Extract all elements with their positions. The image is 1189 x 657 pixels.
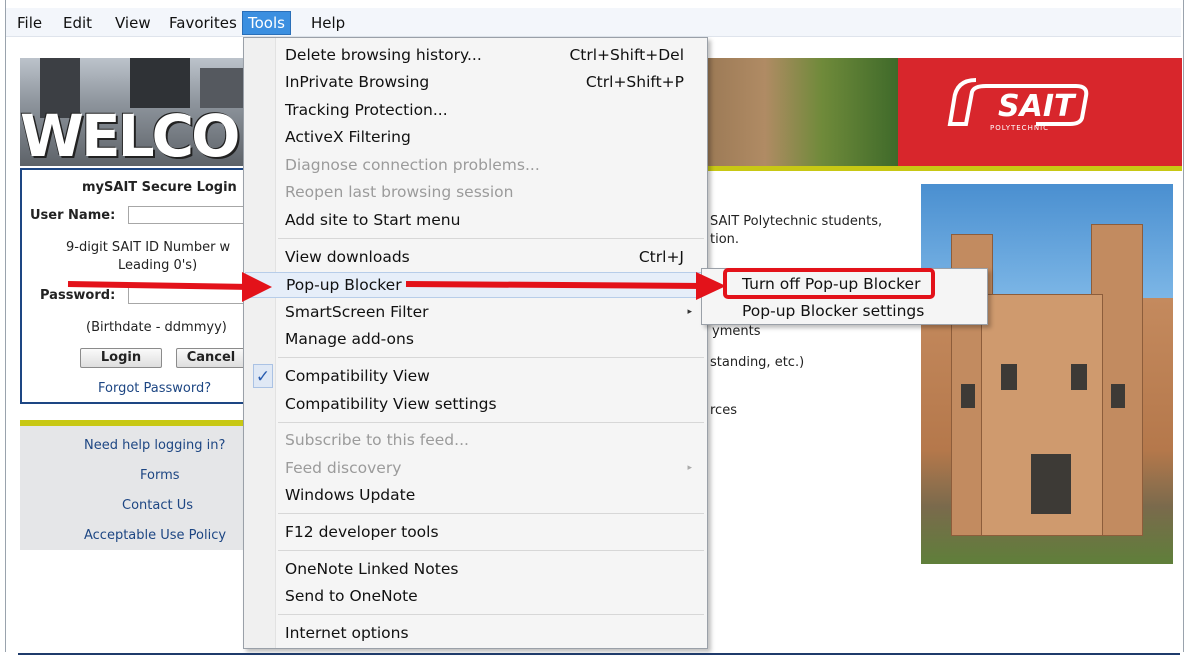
menu-item-shortcut: Ctrl+Shift+Del	[569, 46, 684, 64]
menu-help[interactable]: Help	[306, 12, 350, 34]
content-line-1: SAIT Polytechnic students,	[710, 214, 883, 229]
menu-item-reopen-session: Reopen last browsing session	[245, 180, 706, 206]
menu-item-smartscreen[interactable]: SmartScreen Filter ▸	[245, 300, 706, 326]
menu-item-label: Send to OneNote	[285, 587, 418, 605]
submenu-arrow-icon: ▸	[687, 307, 692, 317]
content-line-5: rces	[710, 403, 737, 418]
menu-item-label: ActiveX Filtering	[285, 128, 411, 146]
menu-item-delete-history[interactable]: Delete browsing history... Ctrl+Shift+De…	[245, 43, 706, 69]
login-panel: mySAIT Secure Login User Name: 9-digit S…	[20, 168, 260, 404]
menu-view[interactable]: View	[110, 12, 156, 34]
login-button[interactable]: Login	[80, 348, 162, 368]
banner-campus-photo	[708, 58, 898, 166]
menu-item-popup-blocker[interactable]: Pop-up Blocker	[245, 272, 706, 298]
content-line-4: standing, etc.)	[710, 355, 805, 370]
highlight-box	[723, 268, 935, 299]
content-line-2: tion.	[710, 232, 740, 247]
submenu-item-popup-blocker-settings[interactable]: Pop-up Blocker settings	[706, 299, 984, 325]
username-input[interactable]	[128, 206, 258, 224]
contact-us-link[interactable]: Contact Us	[122, 498, 193, 513]
page-bottom-rule	[18, 653, 1180, 655]
menu-item-windows-update[interactable]: Windows Update	[245, 483, 706, 509]
menu-item-label: OneNote Linked Notes	[285, 560, 459, 578]
menu-item-label: InPrivate Browsing	[285, 73, 430, 91]
sait-logo[interactable]: SAIT POLYTECHNIC	[946, 72, 1106, 132]
menu-item-compatibility-settings[interactable]: Compatibility View settings	[245, 392, 706, 418]
menu-item-add-to-start[interactable]: Add site to Start menu	[245, 208, 706, 234]
menu-item-feed-discovery: Feed discovery ▸	[245, 456, 706, 482]
menu-item-label: Add site to Start menu	[285, 211, 461, 229]
logo-text: SAIT	[998, 89, 1077, 124]
menu-item-send-to-onenote[interactable]: Send to OneNote	[245, 584, 706, 610]
logo-subtext: POLYTECHNIC	[990, 124, 1049, 132]
cancel-button[interactable]: Cancel	[176, 348, 246, 368]
password-label: Password:	[40, 288, 116, 303]
menu-item-f12-tools[interactable]: F12 developer tools	[245, 520, 706, 546]
content-line-3: yments	[712, 324, 761, 339]
menu-file[interactable]: File	[12, 12, 47, 34]
menu-item-shortcut: Ctrl+Shift+P	[585, 73, 684, 91]
acceptable-use-link[interactable]: Acceptable Use Policy	[84, 528, 226, 543]
need-help-link[interactable]: Need help logging in?	[84, 438, 225, 453]
banner-rule	[708, 166, 1182, 171]
checkmark-icon: ✓	[253, 364, 273, 388]
menu-tools[interactable]: Tools	[242, 11, 291, 35]
submenu-arrow-icon: ▸	[687, 463, 692, 473]
menu-item-label: Diagnose connection problems...	[285, 156, 540, 174]
menu-separator	[278, 513, 704, 514]
menu-item-label: Feed discovery	[285, 459, 402, 477]
menu-item-label: Compatibility View settings	[285, 395, 497, 413]
menu-item-label: SmartScreen Filter	[285, 303, 429, 321]
help-links-panel: Need help logging in? Forms Contact Us A…	[20, 426, 260, 550]
menu-item-label: Delete browsing history...	[285, 46, 482, 64]
menu-separator	[278, 238, 704, 239]
forms-link[interactable]: Forms	[140, 468, 180, 483]
menu-item-activex-filtering[interactable]: ActiveX Filtering	[245, 125, 706, 151]
login-title: mySAIT Secure Login	[82, 180, 237, 195]
tools-menu: Delete browsing history... Ctrl+Shift+De…	[243, 37, 708, 649]
welcome-heading: WELCO	[20, 102, 240, 170]
menu-item-label: F12 developer tools	[285, 523, 439, 541]
menu-item-compatibility-view[interactable]: ✓ Compatibility View	[245, 364, 706, 390]
username-label: User Name:	[30, 208, 116, 223]
menu-item-manage-addons[interactable]: Manage add-ons	[245, 327, 706, 353]
menu-item-inprivate[interactable]: InPrivate Browsing Ctrl+Shift+P	[245, 70, 706, 96]
username-help-1: 9-digit SAIT ID Number w	[66, 240, 231, 255]
menu-bar: File Edit View Favorites Tools Help	[6, 8, 1181, 37]
menu-separator	[278, 422, 704, 423]
forgot-password-link[interactable]: Forgot Password?	[98, 381, 211, 396]
menu-item-view-downloads[interactable]: View downloads Ctrl+J	[245, 245, 706, 271]
menu-item-label: Internet options	[285, 624, 409, 642]
menu-separator	[278, 614, 704, 615]
menu-item-label: Tracking Protection...	[285, 101, 448, 119]
menu-item-label: Manage add-ons	[285, 330, 414, 348]
password-help: (Birthdate - ddmmyy)	[86, 320, 227, 335]
menu-item-label: Windows Update	[285, 486, 416, 504]
menu-favorites[interactable]: Favorites	[164, 12, 242, 34]
menu-item-label: View downloads	[285, 248, 410, 266]
menu-item-internet-options[interactable]: Internet options	[245, 621, 706, 647]
menu-edit[interactable]: Edit	[58, 12, 97, 34]
menu-item-label: Pop-up Blocker	[286, 276, 402, 294]
menu-item-tracking-protection[interactable]: Tracking Protection...	[245, 98, 706, 124]
menu-item-onenote-linked[interactable]: OneNote Linked Notes	[245, 557, 706, 583]
menu-item-label: Compatibility View	[285, 367, 430, 385]
menu-item-label: Reopen last browsing session	[285, 183, 514, 201]
menu-item-subscribe-feed: Subscribe to this feed...	[245, 428, 706, 454]
menu-item-shortcut: Ctrl+J	[638, 248, 684, 266]
menu-separator	[278, 550, 704, 551]
menu-item-label: Subscribe to this feed...	[285, 431, 469, 449]
submenu-item-label: Pop-up Blocker settings	[742, 302, 925, 320]
password-input[interactable]	[128, 286, 258, 304]
campus-building-photo	[921, 184, 1173, 564]
username-help-2: Leading 0's)	[118, 258, 198, 273]
menu-item-diagnose: Diagnose connection problems...	[245, 153, 706, 179]
menu-separator	[278, 357, 704, 358]
